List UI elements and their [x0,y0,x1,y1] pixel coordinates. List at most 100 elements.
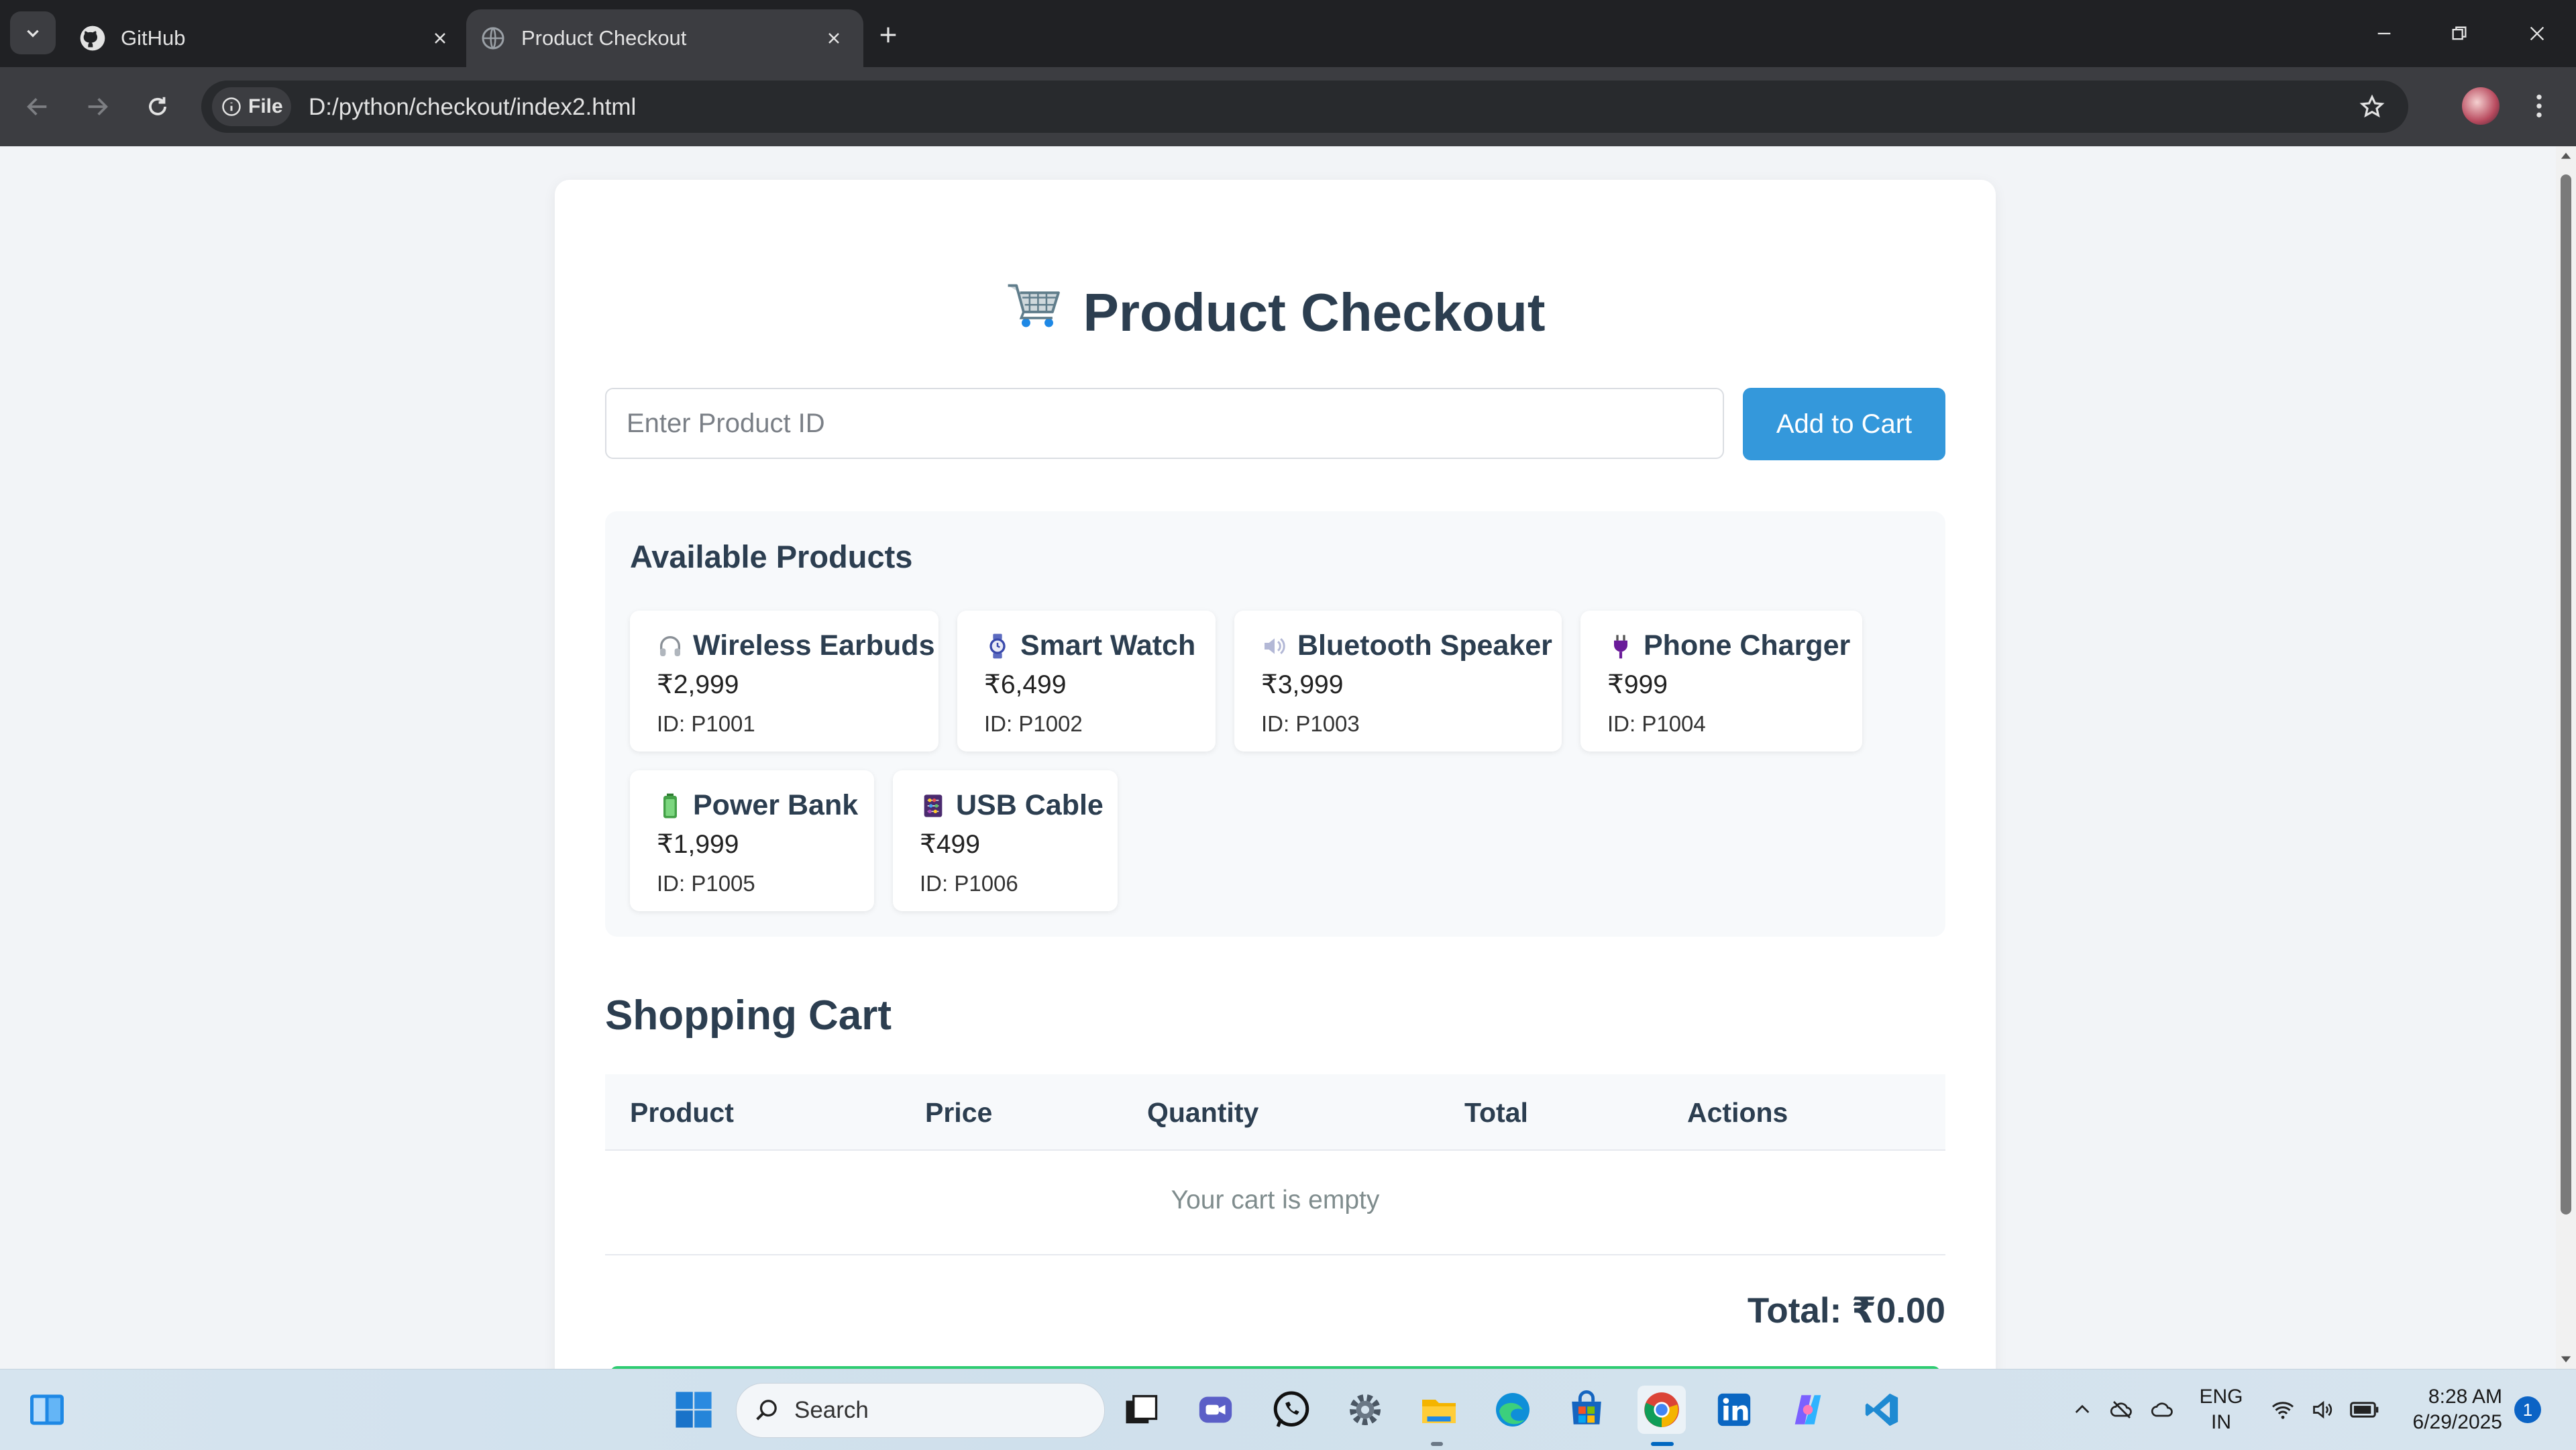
taskbar-search[interactable]: Search [736,1383,1105,1438]
more-vertical-icon [2536,95,2542,117]
notification-badge[interactable]: 1 [2514,1396,2541,1423]
product-card[interactable]: Bluetooth Speaker ₹3,999 ID: P1003 [1234,611,1562,752]
linkedin-app[interactable] [1710,1386,1758,1434]
product-card[interactable]: Phone Charger ₹999 ID: P1004 [1580,611,1862,752]
search-label: Search [794,1397,869,1423]
product-price: ₹6,499 [984,670,1067,699]
plus-icon [880,27,896,43]
minimize-icon [2377,32,2391,35]
column-header: Quantity [1147,1097,1259,1128]
back-button[interactable] [19,88,56,125]
language-indicator[interactable]: ENG IN [2198,1384,2245,1435]
product-id: ID: P1003 [1261,711,1360,736]
product-name: Phone Charger [1644,629,1851,662]
arrow-left-icon [27,98,47,115]
close-icon[interactable] [427,25,453,52]
battery-icon [657,792,684,819]
scrollbar-thumb[interactable] [2561,174,2571,1214]
add-to-cart-button[interactable]: Add to Cart [1743,388,1945,460]
product-card[interactable]: USB Cable ₹499 ID: P1006 [893,770,1118,911]
column-header: Total [1464,1097,1528,1128]
product-card[interactable]: Smart Watch ₹6,499 ID: P1002 [957,611,1216,752]
product-price: ₹999 [1607,670,1668,699]
product-id: ID: P1002 [984,711,1083,736]
tab-github[interactable]: GitHub [79,9,470,67]
chevron-up-icon[interactable] [2072,1399,2093,1420]
bookmark-button[interactable] [2356,91,2388,123]
windows-icon [676,1392,712,1428]
site-info-label: File [248,95,283,117]
shopping-cart-icon [1006,280,1063,344]
new-tab-button[interactable] [872,19,904,51]
volume-icon[interactable] [2310,1398,2337,1422]
scroll-up-icon[interactable] [2560,150,2572,162]
product-card[interactable]: Power Bank ₹1,999 ID: P1005 [630,770,874,911]
profile-avatar[interactable] [2462,87,2500,125]
browser-tab-bar: GitHub Product Checkout [0,0,2576,67]
reload-button[interactable] [139,88,176,125]
site-info-chip[interactable]: File [212,87,291,126]
page-viewport: Product Checkout Add to Cart Available P… [0,146,2556,1369]
taskbar: Search ENG IN 8:28 AM 6/29/2025 1 [0,1369,2576,1450]
teams-app[interactable] [1191,1386,1240,1434]
store-app[interactable] [1562,1386,1611,1434]
cloud-off-icon[interactable] [2108,1398,2135,1422]
close-icon[interactable] [820,25,847,52]
clock-date: 6/29/2025 [2412,1411,2502,1433]
product-card[interactable]: Wireless Earbuds ₹2,999 ID: P1001 [630,611,938,752]
linkedin-icon [1717,1393,1751,1427]
vscode-icon [1865,1393,1898,1427]
arrow-right-icon [88,98,108,115]
copilot-app[interactable] [1784,1386,1832,1434]
product-name: Smart Watch [1020,629,1196,662]
close-icon [2530,26,2544,41]
product-price: ₹499 [920,830,980,859]
address-bar[interactable]: File D:/python/checkout/index2.html [201,81,2408,133]
clock-time: 8:28 AM [2428,1386,2502,1408]
minimize-button[interactable] [2364,13,2404,54]
copilot-icon [1794,1395,1821,1425]
widgets-button[interactable] [23,1386,71,1434]
url-text[interactable]: D:/python/checkout/index2.html [309,94,636,121]
wifi-icon[interactable] [2269,1398,2296,1422]
available-products-title: Available Products [630,539,913,574]
reload-icon [149,97,166,115]
language-code: ENG [2199,1386,2243,1408]
tab-product-checkout[interactable]: Product Checkout [466,9,863,67]
abacus-icon [920,792,947,819]
edge-icon [1496,1393,1529,1427]
settings-app[interactable] [1341,1386,1389,1434]
product-name: Wireless Earbuds [693,629,935,662]
tab-search-button[interactable] [10,11,56,54]
browser-menu-button[interactable] [2526,87,2553,125]
start-button[interactable] [669,1386,718,1434]
star-icon [2359,94,2385,118]
close-window-button[interactable] [2517,13,2557,54]
scroll-down-icon[interactable] [2560,1353,2572,1365]
edge-app[interactable] [1489,1386,1537,1434]
running-app-indicator [1431,1442,1443,1446]
available-products-panel: Available Products Wireless Earbuds ₹2,9… [605,511,1945,937]
column-header: Price [925,1097,993,1128]
checkout-container: Product Checkout Add to Cart Available P… [555,180,1996,1369]
github-icon [79,25,106,52]
page-scrollbar[interactable] [2556,146,2576,1369]
task-view-button[interactable] [1117,1386,1165,1434]
forward-button[interactable] [78,88,116,125]
product-id-input[interactable] [605,388,1724,459]
clock[interactable]: 8:28 AM 6/29/2025 [2395,1384,2502,1435]
headphones-icon [657,633,684,660]
product-id: ID: P1005 [657,871,755,896]
file-explorer-app[interactable] [1415,1386,1463,1434]
chrome-icon [1644,1392,1679,1427]
vscode-app[interactable] [1858,1386,1906,1434]
restore-button[interactable] [2439,13,2479,54]
product-name: Power Bank [693,789,859,821]
onedrive-icon[interactable] [2149,1398,2176,1422]
battery-icon[interactable] [2350,1399,2379,1420]
whatsapp-app[interactable] [1267,1386,1316,1434]
chrome-app[interactable] [1638,1386,1686,1434]
product-price: ₹3,999 [1261,670,1344,699]
column-header: Actions [1687,1097,1788,1128]
speaker-icon [1261,633,1288,660]
